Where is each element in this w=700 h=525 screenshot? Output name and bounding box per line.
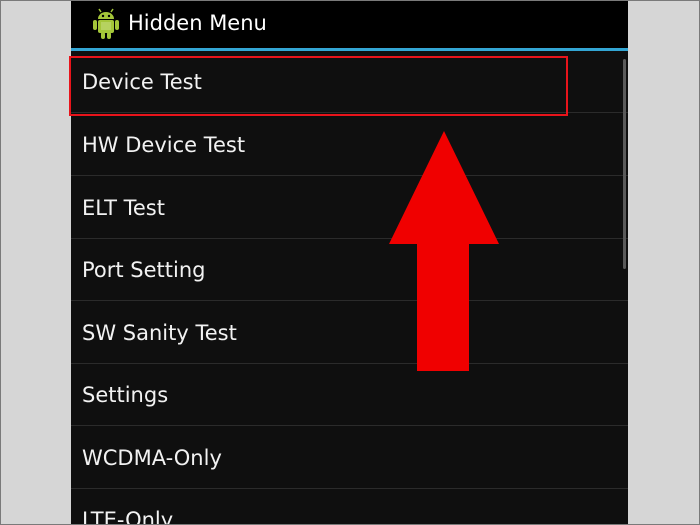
device-test-highlight-box	[69, 56, 568, 116]
menu-item-settings[interactable]: Settings	[71, 364, 628, 426]
menu-item-label: WCDMA-Only	[82, 446, 222, 470]
menu-item-hw-device-test[interactable]: HW Device Test	[71, 114, 628, 176]
menu-item-label: Settings	[82, 383, 169, 407]
menu-item-label: SW Sanity Test	[82, 321, 237, 345]
menu-item-port-setting[interactable]: Port Setting	[71, 239, 628, 301]
action-bar: Hidden Menu	[71, 1, 628, 48]
hidden-menu-list: Device Test HW Device Test ELT Test Port…	[71, 51, 628, 525]
up-arrow-icon	[389, 131, 499, 371]
scrollbar[interactable]	[623, 59, 626, 269]
menu-item-sw-sanity-test[interactable]: SW Sanity Test	[71, 302, 628, 364]
list-divider	[71, 425, 628, 426]
menu-item-label: ELT Test	[82, 196, 165, 220]
menu-item-label: LTE-Only	[82, 508, 174, 525]
menu-item-label: HW Device Test	[82, 133, 246, 157]
menu-item-label: Port Setting	[82, 258, 206, 282]
list-divider	[71, 175, 628, 176]
list-divider	[71, 300, 628, 301]
android-robot-icon[interactable]	[91, 7, 121, 41]
menu-item-lte-only[interactable]: LTE-Only	[71, 489, 628, 525]
menu-item-wcdma-only[interactable]: WCDMA-Only	[71, 427, 628, 489]
screenshot-frame: Hidden Menu Device Test HW Device Test E…	[0, 0, 700, 525]
menu-item-elt-test[interactable]: ELT Test	[71, 177, 628, 239]
page-title: Hidden Menu	[128, 11, 267, 35]
